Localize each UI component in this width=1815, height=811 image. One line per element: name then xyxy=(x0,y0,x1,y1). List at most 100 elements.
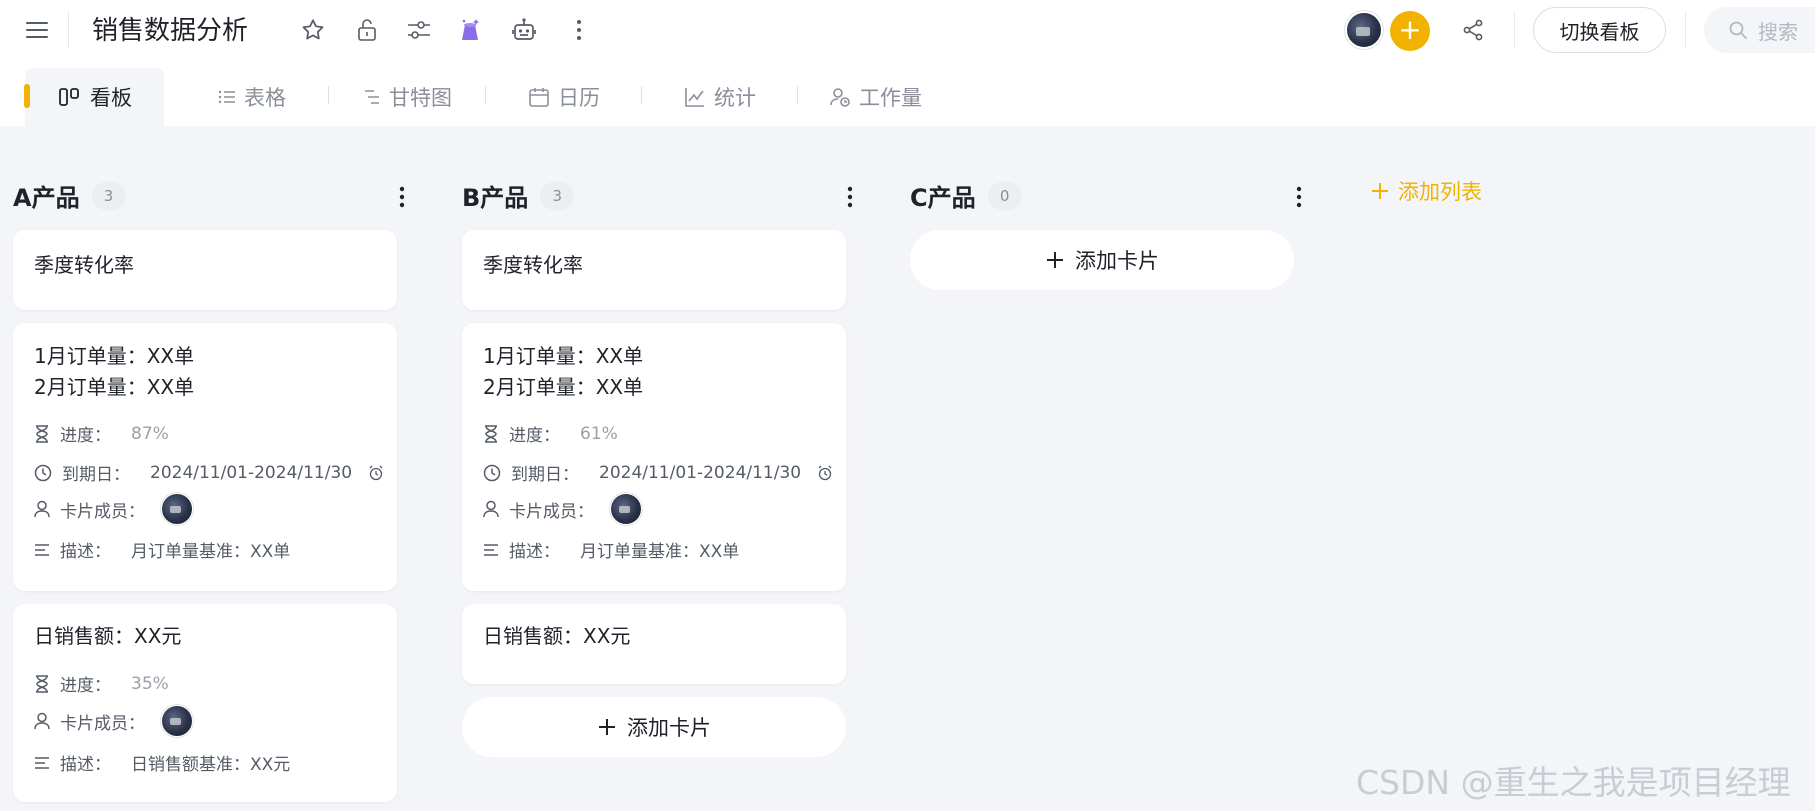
search-input[interactable]: 搜索 xyxy=(1704,7,1815,53)
card-title: 季度转化率 xyxy=(34,253,134,277)
progress-row: 进度： 61% xyxy=(483,421,618,446)
due-row: 到期日： 2024/11/01-2024/11/30 xyxy=(34,460,384,485)
tab-label: 工作量 xyxy=(859,86,922,110)
description-row: 描述： 月订单量基准：XX单 xyxy=(34,537,290,562)
add-member-button[interactable]: + xyxy=(1390,11,1430,51)
tab-calendar[interactable]: 日历 xyxy=(528,68,600,126)
card-count-badge: 0 xyxy=(987,181,1022,210)
tab-gantt[interactable]: 甘特图 xyxy=(363,68,452,126)
card-title: 1月订单量：XX单 xyxy=(483,344,644,368)
hourglass-icon xyxy=(36,674,48,693)
description-row: 描述： 月订单量基准：XX单 xyxy=(483,537,739,562)
tab-label: 日历 xyxy=(558,86,600,110)
card[interactable]: 季度转化率 xyxy=(13,230,397,310)
members-row: 卡片成员： xyxy=(34,705,193,737)
page-title: 销售数据分析 xyxy=(92,16,249,46)
description-label: 描述： xyxy=(60,542,111,562)
card[interactable]: 1月订单量：XX单 2月订单量：XX单 进度： 61% 到期日： 2024/11… xyxy=(462,323,846,591)
description-label: 描述： xyxy=(509,542,560,562)
due-date-value: 2024/11/01-2024/11/30 xyxy=(150,462,353,483)
plus-icon xyxy=(1047,252,1063,268)
top-bar: 销售数据分析 + 切换看板 搜索 xyxy=(0,0,1815,60)
user-icon xyxy=(34,500,50,518)
add-card-label: 添加卡片 xyxy=(1075,249,1159,273)
avatar[interactable] xyxy=(610,493,642,525)
description-value: 日销售额基准：XX元 xyxy=(131,755,291,775)
description-row: 描述： 日销售额基准：XX元 xyxy=(34,750,290,775)
watermark: CSDN @重生之我是项目经理 xyxy=(1356,763,1791,802)
tab-statistics[interactable]: 统计 xyxy=(684,68,756,126)
user-icon xyxy=(483,500,499,518)
search-placeholder: 搜索 xyxy=(1758,19,1798,44)
card-title: 日销售额：XX元 xyxy=(34,624,182,648)
add-list-button[interactable]: 添加列表 xyxy=(1370,176,1482,206)
tab-label: 看板 xyxy=(90,86,132,110)
card[interactable]: 日销售额：XX元 进度： 35% 卡片成员： 描述： 日销售额基准：XX元 xyxy=(13,604,397,802)
add-card-button[interactable]: 添加卡片 xyxy=(462,697,846,757)
plus-icon xyxy=(1372,183,1388,199)
column-more-icon[interactable] xyxy=(1282,180,1316,214)
divider xyxy=(1685,12,1686,48)
description-icon xyxy=(484,543,498,556)
members-label: 卡片成员： xyxy=(509,501,594,522)
divider xyxy=(485,86,486,104)
members-label: 卡片成员： xyxy=(60,501,145,522)
due-label: 到期日： xyxy=(511,465,579,485)
card-title: 日销售额：XX元 xyxy=(483,624,631,648)
tab-workload[interactable]: 工作量 xyxy=(829,68,922,126)
column-title: A产品 xyxy=(13,184,80,212)
add-card-label: 添加卡片 xyxy=(627,716,711,740)
magic-hat-icon[interactable] xyxy=(453,13,487,47)
description-label: 描述： xyxy=(60,755,111,775)
card-title: 季度转化率 xyxy=(483,253,583,277)
view-tabs: 看板 表格 甘特图 日历 统计 工作量 xyxy=(0,60,1815,126)
avatar[interactable] xyxy=(161,705,193,737)
chart-icon xyxy=(685,88,704,107)
tab-table[interactable]: 表格 xyxy=(218,68,286,126)
progress-row: 进度： 35% xyxy=(34,671,169,696)
avatar[interactable] xyxy=(161,493,193,525)
progress-label: 进度： xyxy=(509,426,560,446)
user-icon xyxy=(34,712,50,730)
column-header-a: A产品 3 xyxy=(13,178,126,213)
description-value: 月订单量基准：XX单 xyxy=(131,542,291,562)
divider xyxy=(328,86,329,104)
tab-label: 统计 xyxy=(714,86,756,110)
tab-board[interactable]: 看板 xyxy=(25,68,164,126)
card[interactable]: 季度转化率 xyxy=(462,230,846,310)
column-more-icon[interactable] xyxy=(833,180,867,214)
menu-icon[interactable] xyxy=(20,13,54,47)
more-vertical-icon[interactable] xyxy=(562,13,596,47)
progress-row: 进度： 87% xyxy=(34,421,169,446)
robot-icon[interactable] xyxy=(507,13,541,47)
description-icon xyxy=(35,756,49,769)
add-card-button[interactable]: 添加卡片 xyxy=(910,230,1294,290)
search-icon xyxy=(1729,21,1747,39)
column-more-icon[interactable] xyxy=(385,180,419,214)
gantt-icon xyxy=(365,90,379,104)
progress-label: 进度： xyxy=(60,676,111,696)
divider xyxy=(1514,12,1515,48)
progress-value: 87% xyxy=(131,423,169,444)
divider xyxy=(641,86,642,104)
card-count-badge: 3 xyxy=(540,181,575,210)
filter-sliders-icon[interactable] xyxy=(402,13,436,47)
card-title: 2月订单量：XX单 xyxy=(34,375,195,399)
list-icon xyxy=(218,90,235,104)
due-label: 到期日： xyxy=(62,465,130,485)
progress-value: 61% xyxy=(580,423,618,444)
card[interactable]: 1月订单量：XX单 2月订单量：XX单 进度： 87% 到期日： 2024/11… xyxy=(13,323,397,591)
alarm-icon[interactable] xyxy=(368,465,384,481)
hourglass-icon xyxy=(36,424,48,443)
unlock-icon[interactable] xyxy=(350,13,384,47)
due-date-value: 2024/11/01-2024/11/30 xyxy=(599,462,802,483)
share-icon[interactable] xyxy=(1456,13,1490,47)
clock-icon xyxy=(483,464,501,481)
plus-icon xyxy=(599,719,615,735)
avatar[interactable] xyxy=(1345,11,1383,49)
card[interactable]: 日销售额：XX元 xyxy=(462,604,846,684)
star-icon[interactable] xyxy=(296,13,330,47)
card-count-badge: 3 xyxy=(91,181,126,210)
switch-board-button[interactable]: 切换看板 xyxy=(1533,7,1666,53)
alarm-icon[interactable] xyxy=(817,465,833,481)
